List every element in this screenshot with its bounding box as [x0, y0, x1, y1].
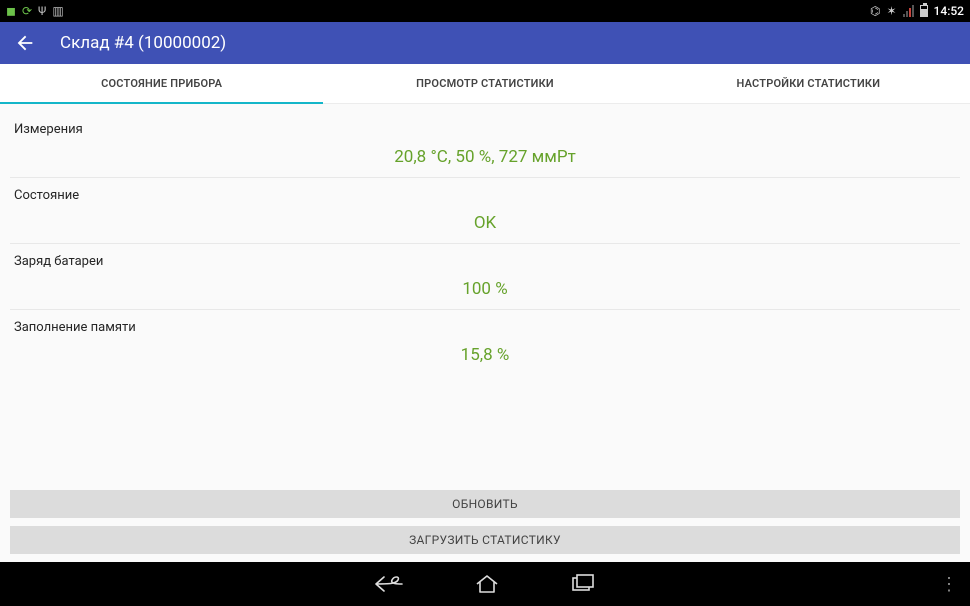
tab-view-stats[interactable]: ПРОСМОТР СТАТИСТИКИ [323, 64, 646, 103]
nav-home-button[interactable] [474, 574, 500, 594]
nav-recent-icon [570, 574, 596, 594]
appbar: Склад #4 (10000002) [0, 22, 970, 64]
row-value: 100 % [14, 279, 956, 309]
status-icon-sync: ⟳ [22, 4, 32, 18]
status-icon-misc: ▥ [52, 4, 63, 18]
action-bar: ОБНОВИТЬ ЗАГРУЗИТЬ СТАТИСТИКУ [0, 482, 970, 562]
bluetooth-icon: ⌬ [870, 4, 880, 18]
nav-recent-button[interactable] [570, 574, 596, 594]
row-battery: Заряд батареи 100 % [10, 244, 960, 310]
nav-home-icon [474, 574, 500, 594]
menu-dots-icon: ⋮ [940, 581, 958, 587]
back-button[interactable] [14, 32, 36, 54]
tab-settings-stats[interactable]: НАСТРОЙКИ СТАТИСТИКИ [647, 64, 970, 103]
download-stats-button[interactable]: ЗАГРУЗИТЬ СТАТИСТИКУ [10, 526, 960, 554]
tab-label: НАСТРОЙКИ СТАТИСТИКИ [736, 77, 880, 90]
row-label: Заполнение памяти [14, 320, 956, 335]
row-label: Состояние [14, 188, 956, 203]
usb-icon: Ψ [38, 4, 46, 18]
row-measurements: Измерения 20,8 °C, 50 %, 727 ммРт [10, 112, 960, 178]
appbar-title: Склад #4 (10000002) [60, 33, 226, 53]
row-state: Состояние OK [10, 178, 960, 244]
tab-bar: СОСТОЯНИЕ ПРИБОРА ПРОСМОТР СТАТИСТИКИ НА… [0, 64, 970, 104]
row-label: Заряд батареи [14, 254, 956, 269]
info-list: Измерения 20,8 °C, 50 %, 727 ммРт Состоя… [0, 104, 970, 375]
statusbar-right: ⌬ ✶ 14:52 [864, 4, 964, 18]
statusbar: ◼ ⟳ Ψ ▥ ⌬ ✶ 14:52 [0, 0, 970, 22]
system-navbar: ⋮ [0, 562, 970, 606]
nav-back-icon [374, 574, 404, 594]
nav-back-button[interactable] [374, 574, 404, 594]
battery-icon [920, 5, 928, 17]
refresh-button[interactable]: ОБНОВИТЬ [10, 490, 960, 518]
signal-icon [903, 5, 914, 17]
vibrate-icon: ✶ [886, 4, 896, 18]
nav-menu-button[interactable]: ⋮ [940, 581, 958, 587]
clock: 14:52 [934, 4, 964, 18]
arrow-back-icon [14, 32, 36, 54]
row-memory: Заполнение памяти 15,8 % [10, 310, 960, 375]
tab-label: СОСТОЯНИЕ ПРИБОРА [101, 77, 222, 90]
tab-label: ПРОСМОТР СТАТИСТИКИ [416, 77, 554, 90]
status-icon-app: ◼ [6, 4, 16, 18]
row-value: OK [14, 213, 956, 243]
row-value: 15,8 % [14, 345, 956, 375]
tab-device-state[interactable]: СОСТОЯНИЕ ПРИБОРА [0, 64, 323, 103]
row-label: Измерения [14, 122, 956, 137]
row-value: 20,8 °C, 50 %, 727 ммРт [14, 147, 956, 177]
